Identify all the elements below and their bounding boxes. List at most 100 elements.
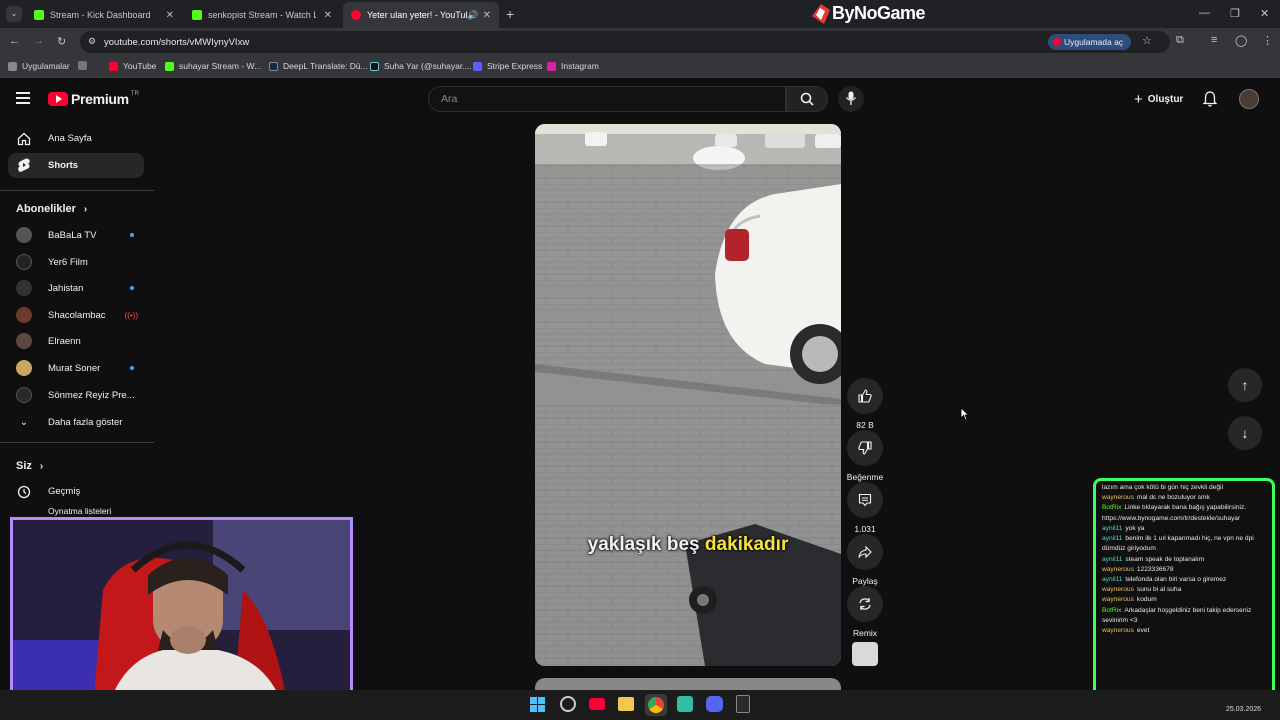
bookmark-apps-grid[interactable] (78, 61, 92, 70)
remix-button[interactable] (847, 586, 883, 622)
bookmark-deepl[interactable]: DeepL Translate: Dü... (269, 61, 368, 71)
bookmark-star-icon[interactable]: ☆ (1142, 34, 1152, 47)
comments-action[interactable]: 1.031 (846, 482, 884, 534)
discord-icon[interactable] (706, 696, 723, 712)
audio-source-thumbnail[interactable] (852, 642, 878, 666)
app-icon-teal[interactable] (677, 696, 693, 712)
you-title: Siz (16, 460, 32, 472)
like-action[interactable]: 82 B (846, 378, 884, 430)
bookmark-apps[interactable]: Uygulamalar (8, 61, 70, 71)
show-more-button[interactable]: ⌄ Daha fazla göster (16, 412, 146, 432)
url-text: youtube.com/shorts/vMWIynyVIxw (104, 36, 250, 48)
bookmark-tiktok[interactable]: Suha Yar (@suhayar.... (370, 61, 472, 71)
bookmark-label: suhayar Stream - W... (179, 61, 262, 71)
tab-kick-dashboard[interactable]: Stream - Kick Dashboard ✕ (26, 2, 182, 28)
youtube-icon (351, 10, 361, 20)
chat-username[interactable]: aynil11 (1102, 556, 1122, 563)
new-content-dot (130, 233, 134, 237)
create-button[interactable]: + Oluştur (1128, 89, 1189, 109)
subscription-yer6-film[interactable]: Yer6 Film (16, 252, 146, 272)
minimize-icon[interactable]: — (1199, 7, 1210, 19)
epic-games-icon[interactable] (736, 695, 750, 713)
chat-message: waynerous mal dc ne bozuluyor smk (1102, 493, 1268, 503)
chat-username[interactable]: waynerous (1102, 586, 1134, 593)
back-icon[interactable]: ← (9, 35, 20, 47)
search-button[interactable] (786, 86, 828, 112)
windows-start-icon[interactable] (530, 697, 545, 712)
extensions-icon[interactable]: ⧉ (1176, 34, 1184, 47)
restore-icon[interactable]: ❐ (1230, 7, 1240, 20)
forward-icon[interactable]: → (33, 35, 44, 47)
dislike-button[interactable] (847, 430, 883, 466)
remix-action[interactable]: Remix (846, 586, 884, 638)
tab-search-icon[interactable]: ⌄ (6, 6, 22, 22)
subscriptions-heading[interactable]: Abonelikler › (16, 203, 87, 215)
subscription-jahistan[interactable]: Jahistan (16, 278, 146, 298)
youtube-premium-logo[interactable]: Premium TR (48, 91, 139, 107)
close-tab-icon[interactable]: ✕ (166, 10, 174, 21)
performance-gauge-icon[interactable] (560, 696, 576, 712)
chat-username[interactable]: aynil11 (1102, 525, 1122, 532)
share-action[interactable]: Paylaş (846, 534, 884, 586)
close-tab-icon[interactable]: ✕ (324, 10, 332, 21)
sidebar-item-home[interactable]: Ana Sayfa (8, 126, 144, 151)
new-content-dot (130, 286, 134, 290)
url-field[interactable]: ⚙ youtube.com/shorts/vMWIynyVIxw (80, 31, 1170, 53)
close-window-icon[interactable]: ✕ (1260, 7, 1269, 20)
account-avatar[interactable] (1239, 89, 1259, 109)
profile-icon[interactable]: ◯ (1235, 34, 1247, 47)
site-info-icon[interactable]: ⚙ (88, 36, 96, 47)
audio-playing-icon[interactable]: 🔊 (467, 10, 478, 21)
tab-senkopist-stream[interactable]: senkopist Stream - Watch Live o ✕ (184, 2, 340, 28)
youtube-app-icon[interactable] (589, 698, 605, 710)
chrome-taskbar-button[interactable] (645, 694, 667, 716)
dislike-action[interactable]: Beğenme (846, 430, 884, 482)
chat-username[interactable]: waynerous (1102, 627, 1134, 634)
sidebar: Ana Sayfa Shorts Abonelikler › BaBaLa TV … (0, 120, 154, 520)
comments-button[interactable] (847, 482, 883, 518)
chat-username[interactable]: waynerous (1102, 494, 1134, 501)
share-button[interactable] (847, 534, 883, 570)
chat-username[interactable]: BotRix (1102, 504, 1121, 511)
subscription-shacolambac[interactable]: Shacolambac ((•)) (16, 305, 146, 325)
subscription-elraenn[interactable]: Elraenn (16, 331, 146, 351)
sidebar-item-shorts[interactable]: Shorts (8, 153, 144, 178)
chat-username[interactable]: waynerous (1102, 596, 1134, 603)
tab-youtube-short[interactable]: Yeter ulan yeter! - YouTube 🔊 ✕ (343, 2, 499, 28)
subscription-babala-tv[interactable]: BaBaLa TV (16, 225, 146, 245)
sidebar-item-history[interactable]: Geçmiş (8, 479, 144, 504)
open-in-app-button[interactable]: Uygulamada aç (1048, 34, 1132, 50)
new-tab-icon[interactable]: + (506, 6, 514, 22)
chat-username[interactable]: waynerous (1102, 566, 1134, 573)
logo-text: Premium (71, 91, 129, 107)
subscription-label: Jahistan (48, 282, 84, 294)
voice-search-button[interactable] (838, 86, 864, 112)
menu-icon[interactable]: ⋮ (1262, 34, 1273, 47)
chat-username[interactable]: aynil11 (1102, 535, 1122, 542)
caption-text: yaklaşık beş (587, 534, 705, 555)
chat-username[interactable]: BotRix (1102, 607, 1121, 614)
shorts-video-player[interactable]: yaklaşık beş dakikadır (535, 124, 841, 666)
media-control-icon[interactable]: ≡ (1211, 34, 1217, 46)
notifications-bell-icon[interactable] (1203, 91, 1217, 107)
you-heading[interactable]: Siz › (16, 460, 43, 472)
search-input[interactable]: Ara (428, 86, 786, 112)
bookmark-youtube[interactable]: YouTube (109, 61, 156, 71)
subscriptions-title: Abonelikler (16, 203, 76, 215)
bookmark-stripe[interactable]: Stripe Express (473, 61, 542, 71)
close-tab-icon[interactable]: ✕ (483, 10, 491, 21)
file-explorer-icon[interactable] (618, 697, 634, 711)
previous-short-button[interactable]: ↑ (1228, 368, 1262, 402)
subscription-murat-soner[interactable]: Murat Soner (16, 358, 146, 378)
subscription-sonmez-reyiz[interactable]: Sönmez Reyiz Pre... (16, 385, 146, 405)
like-button[interactable] (847, 378, 883, 414)
reload-icon[interactable]: ↻ (57, 35, 66, 48)
bookmark-kick[interactable]: suhayar Stream - W... (165, 61, 261, 71)
next-short-button[interactable]: ↓ (1228, 416, 1262, 450)
sidebar-item-label: Geçmiş (48, 486, 81, 497)
chat-username[interactable]: aynil11 (1102, 576, 1122, 583)
bookmark-instagram[interactable]: Instagram (547, 61, 599, 71)
avatar (16, 387, 32, 403)
avatar (16, 254, 32, 270)
hamburger-menu-icon[interactable] (16, 92, 30, 104)
